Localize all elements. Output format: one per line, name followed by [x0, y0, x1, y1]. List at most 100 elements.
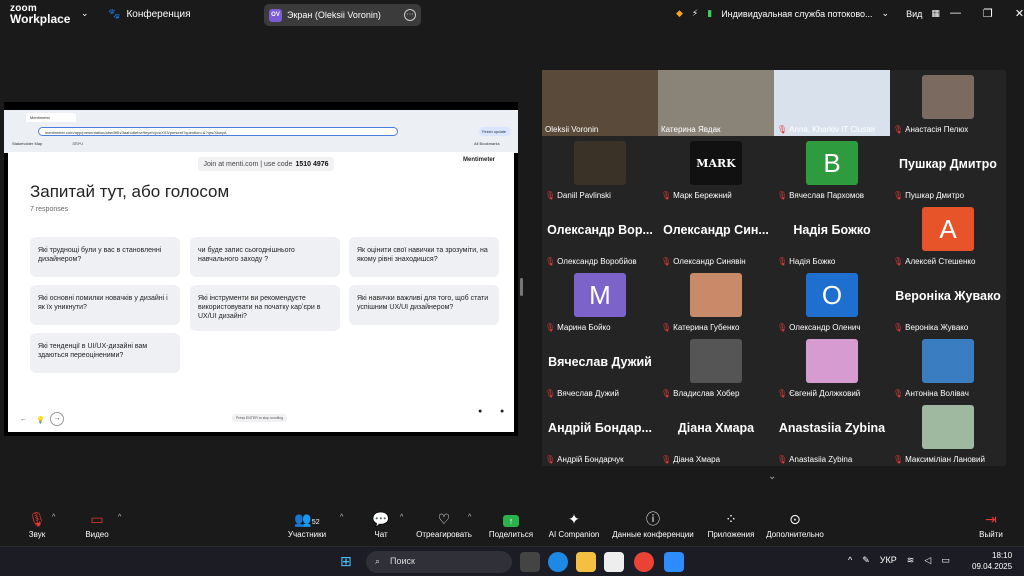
- participant-tile[interactable]: Надія Божко 🎙 Надія Божко: [774, 202, 890, 268]
- clock[interactable]: 18:10 09.04.2025: [972, 550, 1012, 572]
- chevron-up-icon[interactable]: ^: [848, 555, 852, 566]
- more-icon[interactable]: ···: [404, 9, 416, 21]
- chrome-icon[interactable]: [634, 552, 654, 572]
- arrow-left-icon[interactable]: ←: [20, 416, 27, 423]
- participant-tile[interactable]: 🎙 Анастасія Пелюх: [890, 70, 1006, 136]
- mic-muted-icon: 🎙: [777, 389, 788, 398]
- participant-tile[interactable]: 🎙 Євгеній Должковий: [774, 334, 890, 400]
- chevron-up-icon[interactable]: ^: [340, 514, 343, 521]
- store-icon[interactable]: [604, 552, 624, 572]
- battery-icon[interactable]: ▭: [941, 555, 950, 566]
- bookmark-item[interactable]: Stakeholder Map: [12, 141, 42, 146]
- pen-icon[interactable]: ✎: [862, 555, 870, 566]
- taskbar-search[interactable]: ⌕ Поиск: [366, 551, 512, 573]
- resize-handle[interactable]: [520, 278, 523, 296]
- arrow-right-icon[interactable]: →: [50, 412, 64, 426]
- all-bookmarks[interactable]: All Bookmarks: [474, 141, 500, 146]
- screen-share-pill[interactable]: OV Экран (Oleksii Voronin) ···: [264, 4, 421, 26]
- more-button[interactable]: ⊙ Дополнительно: [764, 510, 826, 539]
- participant-tile[interactable]: M 🎙 Марина Бойко: [542, 268, 658, 334]
- conference-button[interactable]: 🐾 Конференция: [108, 9, 191, 20]
- participant-tile[interactable]: 🎙 Антоніна Волівач: [890, 334, 1006, 400]
- close-icon[interactable]: ✕: [1015, 7, 1024, 20]
- reactions-icon[interactable]: ●: [500, 408, 504, 415]
- participant-tile[interactable]: Андрій Бондар... 🎙 Андрій Бондарчук: [542, 400, 658, 466]
- participant-tile[interactable]: Anastasiia Zybina 🎙 Anastasiia Zybina: [774, 400, 890, 466]
- participant-tile[interactable]: MARK 🎙 Марк Бережний: [658, 136, 774, 202]
- zoom-icon[interactable]: [664, 552, 684, 572]
- participant-tile[interactable]: Катерина Явдак: [658, 70, 774, 136]
- participant-name: 🎙 Анастасія Пелюх: [893, 125, 968, 134]
- chevron-down-icon[interactable]: ⌄: [882, 8, 890, 19]
- participant-tile[interactable]: 🎙 Владислав Хобер: [658, 334, 774, 400]
- support-label[interactable]: Индивидуальная служба потоково...: [721, 9, 872, 19]
- participant-tile[interactable]: O 🎙 Олександр Оленич: [774, 268, 890, 334]
- response-card: Які основні помилки новачків у дизайні і…: [30, 285, 180, 325]
- browser-tab[interactable]: Mentimeter: [26, 113, 76, 122]
- response-card: Як оцінити свої навички та зрозуміти, на…: [349, 237, 499, 277]
- view-button[interactable]: Вид: [906, 9, 922, 19]
- date: 09.04.2025: [972, 562, 1013, 571]
- people-icon[interactable]: ●: [478, 408, 482, 415]
- mic-muted-icon: 🎙: [893, 455, 904, 464]
- participant-name: 🎙 Антоніна Волівач: [893, 389, 969, 398]
- participant-tile[interactable]: B 🎙 Вячеслав Пархомов: [774, 136, 890, 202]
- participant-tile[interactable]: 🎙 Anna, Kharkiv IT Cluster: [774, 70, 890, 136]
- participant-tile[interactable]: Пушкар Дмитро 🎙 Пушкар Дмитро: [890, 136, 1006, 202]
- participant-tile[interactable]: 🎙 Катерина Губенко: [658, 268, 774, 334]
- wifi-icon[interactable]: ≋: [907, 555, 915, 566]
- edge-icon[interactable]: [548, 552, 568, 572]
- participant-tile[interactable]: Олександр Вор... 🎙 Олександр Воробйов: [542, 202, 658, 268]
- mic-muted-icon: 🎙: [893, 257, 904, 266]
- participant-tile[interactable]: 🎙 Максиміліан Лановий: [890, 400, 1006, 466]
- participant-name: 🎙 Вероніка Жувако: [893, 323, 968, 332]
- participants-count: 52: [311, 519, 320, 526]
- apps-button[interactable]: ⁘ Приложения: [704, 510, 758, 539]
- meeting-info-button[interactable]: ⓘ Данные конференции: [610, 510, 696, 539]
- shield-icon[interactable]: ◆: [676, 8, 683, 19]
- participant-tile[interactable]: Діана Хмара 🎙 Діана Хмара: [658, 400, 774, 466]
- language-indicator[interactable]: УКР: [880, 555, 897, 566]
- participant-tile[interactable]: A 🎙 Алексей Стешенко: [890, 202, 1006, 268]
- chevron-up-icon[interactable]: ^: [118, 514, 121, 521]
- chevron-up-icon[interactable]: ^: [468, 514, 471, 521]
- join-code: 1510 4976: [295, 160, 329, 168]
- finish-update-button[interactable]: Finish update: [479, 127, 511, 136]
- participants-icon: 👥52: [294, 511, 320, 527]
- participant-tile[interactable]: Вячеслав Дужий 🎙 Вячеслав Дужий: [542, 334, 658, 400]
- minimize-icon[interactable]: —: [950, 7, 961, 20]
- participant-display-name: Олександр Син...: [663, 223, 769, 237]
- chevron-down-icon[interactable]: ⌄: [81, 8, 89, 19]
- video-button[interactable]: ▭ Видео: [84, 510, 110, 539]
- speaker-icon[interactable]: ◁: [924, 555, 931, 566]
- participants-button[interactable]: 👥52 Участники: [284, 510, 330, 539]
- chevron-down-icon[interactable]: ⌄: [768, 471, 776, 482]
- participant-tile[interactable]: Oleksii Voronin: [542, 70, 658, 136]
- task-view-icon[interactable]: [520, 552, 540, 572]
- ai-label: AI Companion: [548, 530, 600, 539]
- avatar: [922, 405, 974, 449]
- leave-button[interactable]: ⇥ Выйти: [976, 510, 1006, 539]
- browser-chrome: Mentimeter mentimeter.com/app/presentati…: [4, 110, 518, 153]
- restore-icon[interactable]: ❐: [983, 7, 993, 20]
- signal-icon[interactable]: ▮: [707, 8, 712, 19]
- chat-button[interactable]: 💬 Чат: [368, 510, 394, 539]
- address-bar[interactable]: mentimeter.com/app/presentation/alrw3f6h…: [38, 127, 398, 136]
- folder-icon[interactable]: [576, 552, 596, 572]
- react-button[interactable]: ♡ Отреагировать: [414, 510, 474, 539]
- chevron-up-icon[interactable]: ^: [400, 514, 403, 521]
- mute-icon[interactable]: ⚡: [692, 8, 698, 19]
- participant-tile[interactable]: Олександр Син... 🎙 Олександр Синявін: [658, 202, 774, 268]
- chevron-up-icon[interactable]: ^: [52, 514, 55, 521]
- windows-start-icon[interactable]: ⊞: [340, 553, 352, 570]
- video-off-icon: ▭: [90, 511, 104, 527]
- shared-screen: Mentimeter mentimeter.com/app/presentati…: [4, 102, 518, 436]
- grid-icon[interactable]: ▦: [931, 8, 940, 19]
- participant-tile[interactable]: Вероніка Жувако 🎙 Вероніка Жувако: [890, 268, 1006, 334]
- share-button[interactable]: ↑ Поделиться: [486, 510, 536, 539]
- bookmark-item[interactable]: ЗПУЧ: [72, 141, 83, 146]
- audio-button[interactable]: 🎙 Звук: [24, 510, 50, 539]
- ai-companion-button[interactable]: ✦ AI Companion: [546, 510, 602, 539]
- participant-tile[interactable]: 🎙 Daniil Pavlinski: [542, 136, 658, 202]
- lightbulb-icon[interactable]: 💡: [36, 416, 45, 424]
